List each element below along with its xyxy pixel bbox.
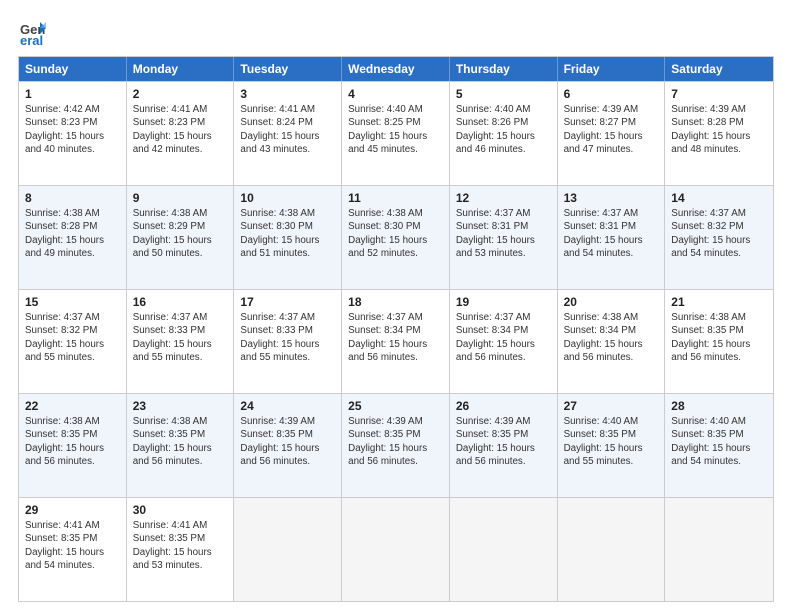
- calendar-day-29: 29Sunrise: 4:41 AMSunset: 8:35 PMDayligh…: [19, 498, 127, 601]
- calendar-row-5: 29Sunrise: 4:41 AMSunset: 8:35 PMDayligh…: [19, 497, 773, 601]
- calendar-row-3: 15Sunrise: 4:37 AMSunset: 8:32 PMDayligh…: [19, 289, 773, 393]
- calendar-day-9: 9Sunrise: 4:38 AMSunset: 8:29 PMDaylight…: [127, 186, 235, 289]
- day-number: 27: [564, 398, 659, 414]
- day-number: 4: [348, 86, 443, 102]
- calendar-header: SundayMondayTuesdayWednesdayThursdayFrid…: [19, 57, 773, 81]
- calendar-day-1: 1Sunrise: 4:42 AMSunset: 8:23 PMDaylight…: [19, 82, 127, 185]
- day-number: 1: [25, 86, 120, 102]
- day-number: 9: [133, 190, 228, 206]
- calendar-day-30: 30Sunrise: 4:41 AMSunset: 8:35 PMDayligh…: [127, 498, 235, 601]
- day-number: 8: [25, 190, 120, 206]
- calendar-day-7: 7Sunrise: 4:39 AMSunset: 8:28 PMDaylight…: [665, 82, 773, 185]
- weekday-header-thursday: Thursday: [450, 57, 558, 81]
- day-number: 7: [671, 86, 767, 102]
- weekday-header-saturday: Saturday: [665, 57, 773, 81]
- calendar-day-25: 25Sunrise: 4:39 AMSunset: 8:35 PMDayligh…: [342, 394, 450, 497]
- day-number: 3: [240, 86, 335, 102]
- calendar-row-2: 8Sunrise: 4:38 AMSunset: 8:28 PMDaylight…: [19, 185, 773, 289]
- day-number: 22: [25, 398, 120, 414]
- weekday-header-wednesday: Wednesday: [342, 57, 450, 81]
- calendar-empty-cell: [342, 498, 450, 601]
- day-number: 6: [564, 86, 659, 102]
- calendar-day-11: 11Sunrise: 4:38 AMSunset: 8:30 PMDayligh…: [342, 186, 450, 289]
- calendar-day-17: 17Sunrise: 4:37 AMSunset: 8:33 PMDayligh…: [234, 290, 342, 393]
- calendar-day-20: 20Sunrise: 4:38 AMSunset: 8:34 PMDayligh…: [558, 290, 666, 393]
- header: Gen eral: [18, 18, 774, 46]
- calendar-empty-cell: [665, 498, 773, 601]
- day-number: 18: [348, 294, 443, 310]
- day-number: 12: [456, 190, 551, 206]
- day-number: 17: [240, 294, 335, 310]
- calendar-day-16: 16Sunrise: 4:37 AMSunset: 8:33 PMDayligh…: [127, 290, 235, 393]
- calendar-body: 1Sunrise: 4:42 AMSunset: 8:23 PMDaylight…: [19, 81, 773, 601]
- day-number: 11: [348, 190, 443, 206]
- day-number: 24: [240, 398, 335, 414]
- weekday-header-sunday: Sunday: [19, 57, 127, 81]
- calendar-day-26: 26Sunrise: 4:39 AMSunset: 8:35 PMDayligh…: [450, 394, 558, 497]
- calendar-day-27: 27Sunrise: 4:40 AMSunset: 8:35 PMDayligh…: [558, 394, 666, 497]
- calendar-row-4: 22Sunrise: 4:38 AMSunset: 8:35 PMDayligh…: [19, 393, 773, 497]
- day-number: 28: [671, 398, 767, 414]
- calendar-day-15: 15Sunrise: 4:37 AMSunset: 8:32 PMDayligh…: [19, 290, 127, 393]
- calendar-day-10: 10Sunrise: 4:38 AMSunset: 8:30 PMDayligh…: [234, 186, 342, 289]
- logo-icon: Gen eral: [18, 18, 46, 46]
- logo: Gen eral: [18, 18, 50, 46]
- calendar-day-6: 6Sunrise: 4:39 AMSunset: 8:27 PMDaylight…: [558, 82, 666, 185]
- day-number: 25: [348, 398, 443, 414]
- day-number: 30: [133, 502, 228, 518]
- day-number: 16: [133, 294, 228, 310]
- calendar-day-8: 8Sunrise: 4:38 AMSunset: 8:28 PMDaylight…: [19, 186, 127, 289]
- day-number: 19: [456, 294, 551, 310]
- weekday-header-tuesday: Tuesday: [234, 57, 342, 81]
- calendar-day-22: 22Sunrise: 4:38 AMSunset: 8:35 PMDayligh…: [19, 394, 127, 497]
- day-number: 10: [240, 190, 335, 206]
- calendar-day-24: 24Sunrise: 4:39 AMSunset: 8:35 PMDayligh…: [234, 394, 342, 497]
- calendar-day-13: 13Sunrise: 4:37 AMSunset: 8:31 PMDayligh…: [558, 186, 666, 289]
- day-number: 26: [456, 398, 551, 414]
- calendar: SundayMondayTuesdayWednesdayThursdayFrid…: [18, 56, 774, 602]
- calendar-day-28: 28Sunrise: 4:40 AMSunset: 8:35 PMDayligh…: [665, 394, 773, 497]
- calendar-day-14: 14Sunrise: 4:37 AMSunset: 8:32 PMDayligh…: [665, 186, 773, 289]
- calendar-day-19: 19Sunrise: 4:37 AMSunset: 8:34 PMDayligh…: [450, 290, 558, 393]
- page: Gen eral SundayMondayTuesdayWednesdayThu…: [0, 0, 792, 612]
- calendar-empty-cell: [234, 498, 342, 601]
- calendar-empty-cell: [450, 498, 558, 601]
- calendar-day-5: 5Sunrise: 4:40 AMSunset: 8:26 PMDaylight…: [450, 82, 558, 185]
- day-number: 29: [25, 502, 120, 518]
- calendar-day-3: 3Sunrise: 4:41 AMSunset: 8:24 PMDaylight…: [234, 82, 342, 185]
- day-number: 21: [671, 294, 767, 310]
- svg-text:eral: eral: [20, 33, 43, 46]
- calendar-day-4: 4Sunrise: 4:40 AMSunset: 8:25 PMDaylight…: [342, 82, 450, 185]
- calendar-day-23: 23Sunrise: 4:38 AMSunset: 8:35 PMDayligh…: [127, 394, 235, 497]
- day-number: 14: [671, 190, 767, 206]
- day-number: 20: [564, 294, 659, 310]
- day-number: 2: [133, 86, 228, 102]
- day-number: 15: [25, 294, 120, 310]
- weekday-header-monday: Monday: [127, 57, 235, 81]
- day-number: 23: [133, 398, 228, 414]
- calendar-empty-cell: [558, 498, 666, 601]
- calendar-day-2: 2Sunrise: 4:41 AMSunset: 8:23 PMDaylight…: [127, 82, 235, 185]
- weekday-header-friday: Friday: [558, 57, 666, 81]
- calendar-day-12: 12Sunrise: 4:37 AMSunset: 8:31 PMDayligh…: [450, 186, 558, 289]
- calendar-day-18: 18Sunrise: 4:37 AMSunset: 8:34 PMDayligh…: [342, 290, 450, 393]
- calendar-day-21: 21Sunrise: 4:38 AMSunset: 8:35 PMDayligh…: [665, 290, 773, 393]
- day-number: 13: [564, 190, 659, 206]
- calendar-row-1: 1Sunrise: 4:42 AMSunset: 8:23 PMDaylight…: [19, 81, 773, 185]
- day-number: 5: [456, 86, 551, 102]
